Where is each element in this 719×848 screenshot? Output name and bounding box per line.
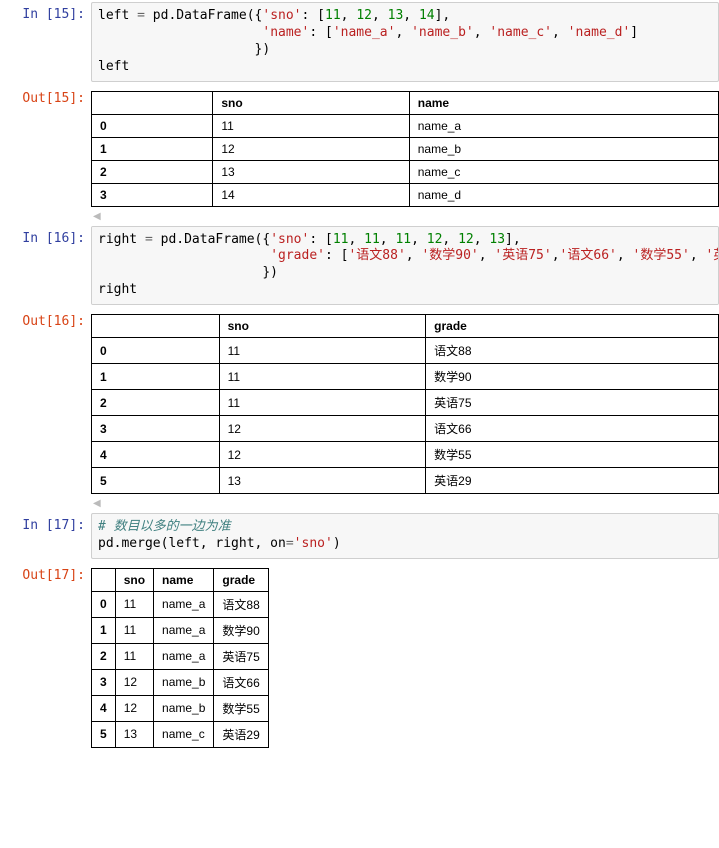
output-cell-16: Out[16]: sno grade 011语文88 111数学90 211英语… — [0, 307, 719, 511]
table-row: 412数学55 — [92, 442, 719, 468]
output-prompt: Out[15]: — [0, 86, 91, 222]
table-row: 312语文66 — [92, 416, 719, 442]
header-sno: sno — [219, 315, 426, 338]
scroll-left-icon[interactable]: ◀ — [91, 498, 719, 509]
table-row: 112name_b — [92, 137, 719, 160]
code-input[interactable]: right = pd.DataFrame({'sno': [11, 11, 11… — [91, 226, 719, 306]
table-row: 011语文88 — [92, 338, 719, 364]
table-row: 513name_c英语29 — [92, 721, 269, 747]
table-row: 314name_d — [92, 183, 719, 206]
header-index — [92, 568, 116, 591]
header-sno: sno — [213, 91, 409, 114]
header-name: name — [409, 91, 718, 114]
table-row: 213name_c — [92, 160, 719, 183]
output-area: sno name grade 011name_a语文88 111name_a数学… — [91, 563, 719, 752]
table-row: 412name_b数学55 — [92, 695, 269, 721]
header-sno: sno — [115, 568, 153, 591]
header-index — [92, 91, 213, 114]
header-name: name — [154, 568, 214, 591]
code-input[interactable]: # 数目以多的一边为准 pd.merge(left, right, on='sn… — [91, 513, 719, 559]
table-row: 111数学90 — [92, 364, 719, 390]
output-prompt: Out[17]: — [0, 563, 91, 752]
dataframe-table: sno grade 011语文88 111数学90 211英语75 312语文6… — [91, 314, 719, 494]
input-prompt: In [16]: — [0, 226, 91, 306]
table-row: 312name_b语文66 — [92, 669, 269, 695]
code-input[interactable]: left = pd.DataFrame({'sno': [11, 12, 13,… — [91, 2, 719, 82]
table-row: 211英语75 — [92, 390, 719, 416]
output-area: sno name 011name_a 112name_b 213name_c 3… — [91, 86, 719, 222]
output-cell-15: Out[15]: sno name 011name_a 112name_b 21… — [0, 84, 719, 224]
input-prompt: In [15]: — [0, 2, 91, 82]
table-row: 011name_a语文88 — [92, 591, 269, 617]
code-cell-15: In [15]: left = pd.DataFrame({'sno': [11… — [0, 0, 719, 84]
table-row: 011name_a — [92, 114, 719, 137]
table-row: 513英语29 — [92, 468, 719, 494]
dataframe-table: sno name grade 011name_a语文88 111name_a数学… — [91, 568, 269, 748]
header-grade: grade — [214, 568, 268, 591]
header-grade: grade — [426, 315, 719, 338]
header-index — [92, 315, 220, 338]
code-cell-16: In [16]: right = pd.DataFrame({'sno': [1… — [0, 224, 719, 308]
scroll-left-icon[interactable]: ◀ — [91, 211, 719, 222]
output-prompt: Out[16]: — [0, 309, 91, 509]
table-row: 211name_a英语75 — [92, 643, 269, 669]
output-cell-17: Out[17]: sno name grade 011name_a语文88 11… — [0, 561, 719, 754]
code-cell-17: In [17]: # 数目以多的一边为准 pd.merge(left, righ… — [0, 511, 719, 561]
output-area: sno grade 011语文88 111数学90 211英语75 312语文6… — [91, 309, 719, 509]
dataframe-table: sno name 011name_a 112name_b 213name_c 3… — [91, 91, 719, 207]
input-prompt: In [17]: — [0, 513, 91, 559]
table-row: 111name_a数学90 — [92, 617, 269, 643]
